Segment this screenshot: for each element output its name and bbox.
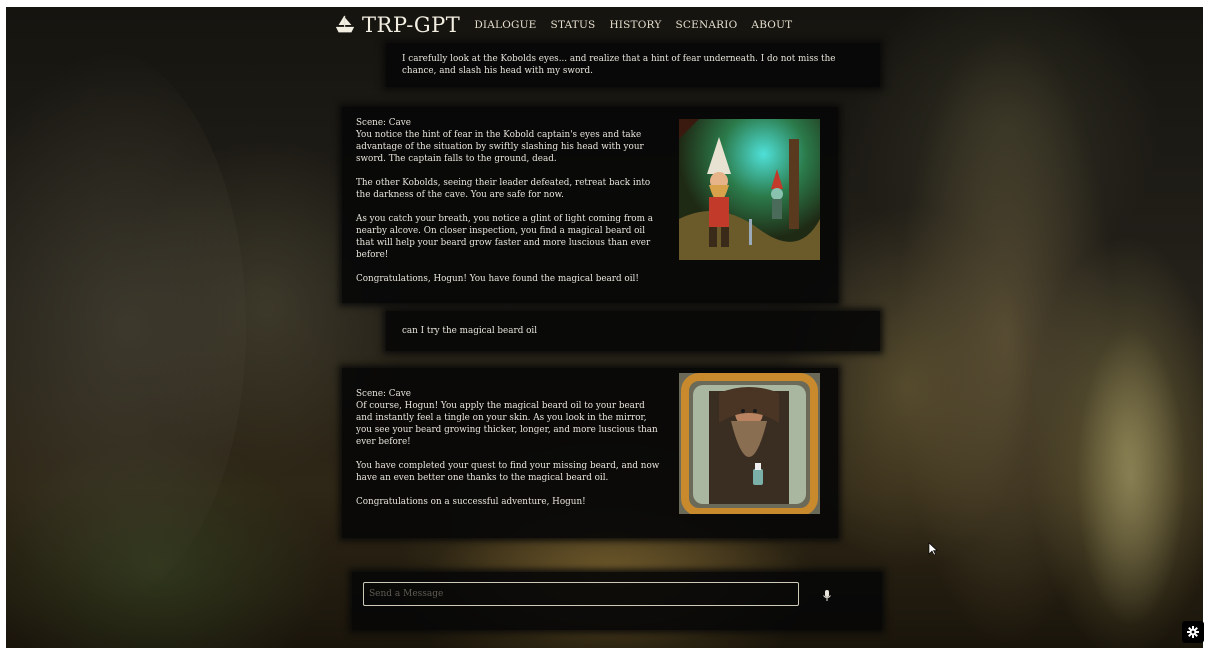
scene-illustration-dwarf-mirror	[679, 373, 820, 514]
scene-label: Scene: Cave	[356, 389, 411, 399]
narrator-paragraph: You notice the hint of fear in the Kobol…	[356, 130, 644, 164]
narrator-paragraph: The other Kobolds, seeing their leader d…	[356, 178, 651, 200]
user-message: can I try the magical beard oil	[386, 311, 880, 351]
message-input[interactable]	[363, 582, 799, 606]
user-message-text: can I try the magical beard oil	[402, 326, 538, 336]
narrator-paragraph: As you catch your breath, you notice a g…	[356, 214, 653, 260]
narrator-paragraph: You have completed your quest to find yo…	[356, 461, 660, 483]
nav-dialogue[interactable]: DIALOGUE	[474, 19, 536, 31]
nav-status[interactable]: STATUS	[551, 19, 596, 31]
mic-button[interactable]	[820, 589, 834, 603]
nav-scenario[interactable]: SCENARIO	[675, 19, 737, 31]
logo[interactable]: TRP-GPT	[334, 13, 460, 37]
narrator-message-text: Scene: Cave Of course, Hogun! You apply …	[356, 378, 661, 508]
narrator-message: Scene: Cave You notice the hint of fear …	[342, 107, 838, 303]
mouse-cursor-icon	[928, 542, 938, 556]
dwarf-mirror-image	[679, 373, 820, 514]
narrator-message: Scene: Cave Of course, Hogun! You apply …	[342, 368, 838, 538]
narrator-paragraph: Congratulations, Hogun! You have found t…	[356, 274, 639, 284]
app-frame: TRP-GPT DIALOGUE STATUS HISTORY SCENARIO…	[6, 7, 1203, 648]
ship-icon	[335, 15, 355, 33]
brand-title: TRP-GPT	[362, 13, 461, 37]
nav-about[interactable]: ABOUT	[751, 19, 792, 31]
scene-illustration-kobolds	[679, 119, 820, 260]
narrator-message-text: Scene: Cave You notice the hint of fear …	[356, 117, 661, 285]
narrator-paragraph: Congratulations on a successful adventur…	[356, 497, 586, 507]
user-message-text: I carefully look at the Kobolds eyes... …	[402, 54, 836, 76]
user-message: I carefully look at the Kobolds eyes... …	[386, 43, 880, 87]
cave-pillar-right	[1076, 327, 1186, 627]
settings-button[interactable]	[1182, 621, 1204, 643]
top-nav: TRP-GPT DIALOGUE STATUS HISTORY SCENARIO…	[334, 7, 792, 43]
nav-history[interactable]: HISTORY	[609, 19, 661, 31]
scene-label: Scene: Cave	[356, 118, 411, 128]
gear-icon	[1187, 626, 1199, 638]
narrator-paragraph: Of course, Hogun! You apply the magical …	[356, 401, 658, 447]
cave-rock-left	[6, 47, 246, 607]
microphone-icon	[823, 590, 831, 601]
kobold-gnome-image	[679, 119, 820, 260]
